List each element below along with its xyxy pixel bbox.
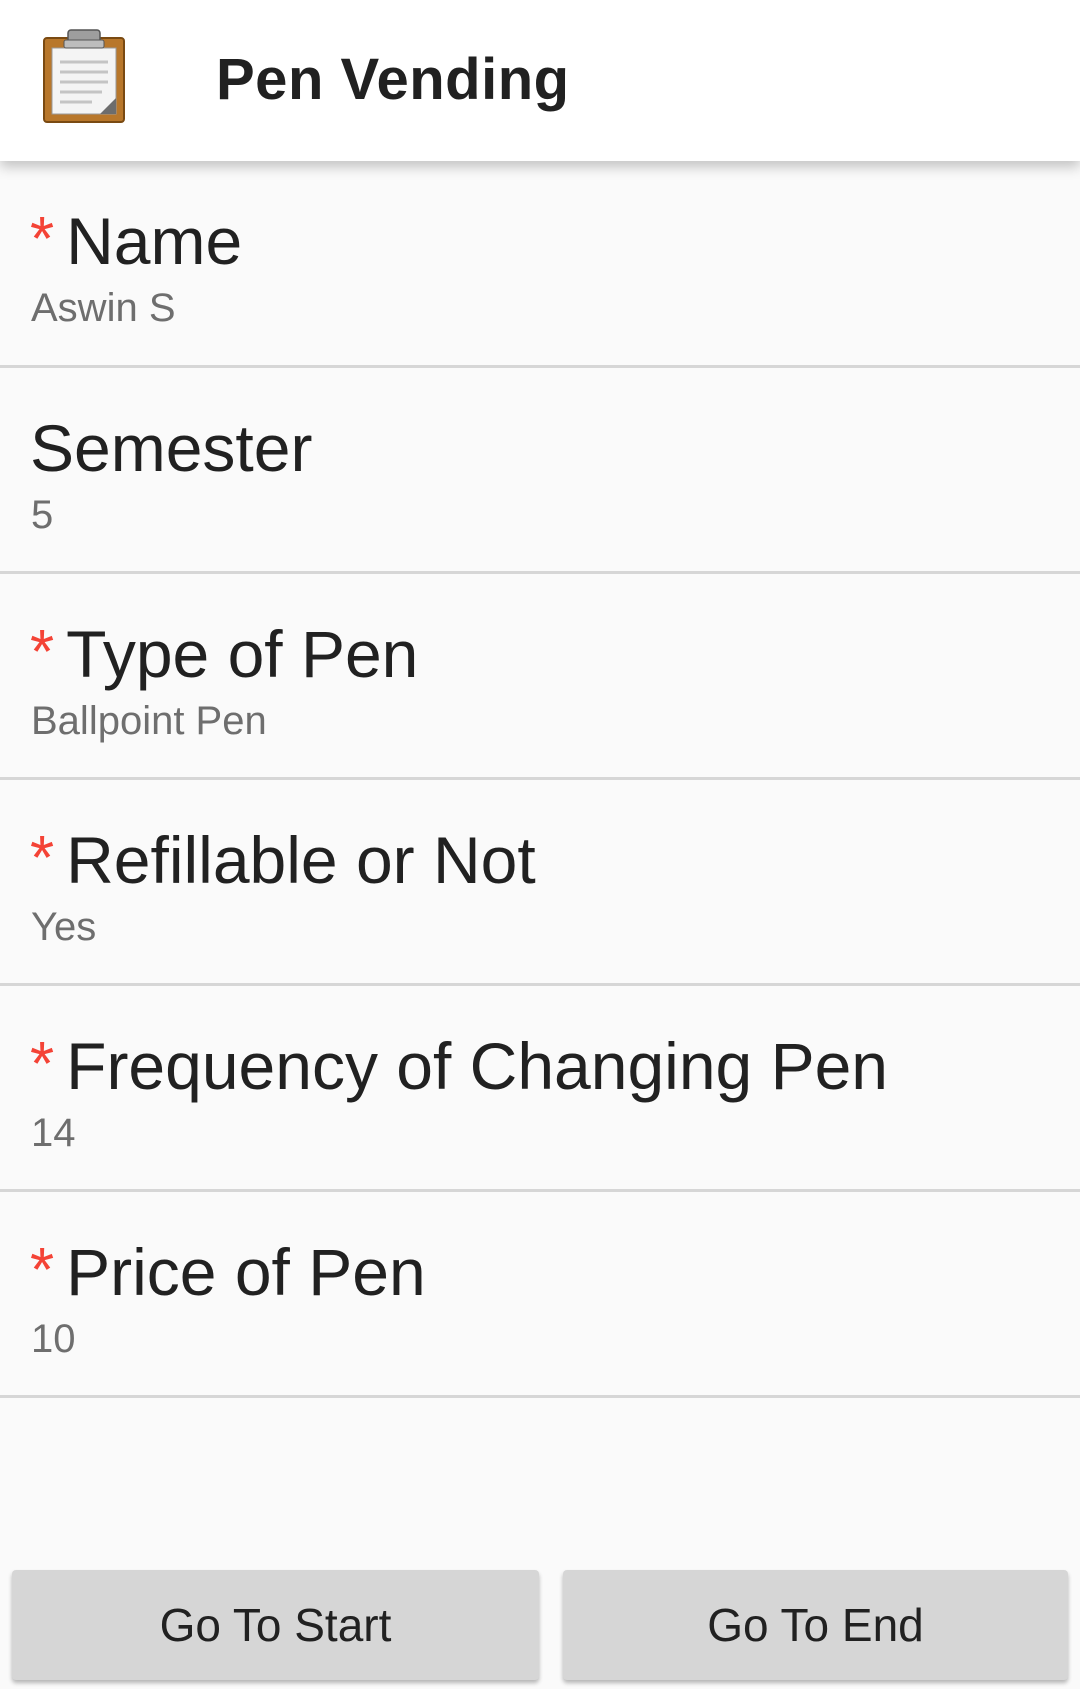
list-item-refillable[interactable]: * Refillable or Not Yes bbox=[0, 780, 1080, 986]
required-marker: * bbox=[30, 1030, 55, 1099]
question-label: * Type of Pen bbox=[30, 617, 419, 691]
clipboard-icon bbox=[43, 29, 125, 123]
answer-value: Yes bbox=[31, 905, 97, 949]
list-item-frequency[interactable]: * Frequency of Changing Pen 14 bbox=[0, 986, 1080, 1192]
list-item-name[interactable]: * Name Aswin S bbox=[0, 161, 1080, 368]
required-marker: * bbox=[30, 824, 55, 893]
question-label: * Frequency of Changing Pen bbox=[30, 1029, 889, 1103]
list-item-semester[interactable]: Semester 5 bbox=[0, 368, 1080, 574]
question-label: * Refillable or Not bbox=[30, 823, 536, 897]
question-label: * Name bbox=[30, 204, 243, 278]
question-label: * Price of Pen bbox=[30, 1235, 426, 1309]
page-title: Pen Vending bbox=[216, 47, 570, 112]
answer-value: 10 bbox=[31, 1317, 76, 1361]
question-label: Semester bbox=[30, 411, 313, 485]
required-marker: * bbox=[30, 618, 55, 687]
app-bar: Pen Vending bbox=[0, 0, 1080, 161]
list-item-type-of-pen[interactable]: * Type of Pen Ballpoint Pen bbox=[0, 574, 1080, 780]
go-to-end-button[interactable]: Go To End bbox=[563, 1570, 1068, 1680]
answer-value: 5 bbox=[31, 493, 54, 537]
go-to-start-button[interactable]: Go To Start bbox=[12, 1570, 539, 1680]
question-list: * Name Aswin S Semester 5 * Type of Pen Ba… bbox=[0, 161, 1080, 1398]
answer-value: 14 bbox=[31, 1111, 76, 1155]
required-marker: * bbox=[30, 205, 55, 274]
answer-value: Ballpoint Pen bbox=[31, 699, 267, 743]
required-marker: * bbox=[30, 1236, 55, 1305]
list-item-price[interactable]: * Price of Pen 10 bbox=[0, 1192, 1080, 1398]
answer-value: Aswin S bbox=[31, 286, 176, 330]
